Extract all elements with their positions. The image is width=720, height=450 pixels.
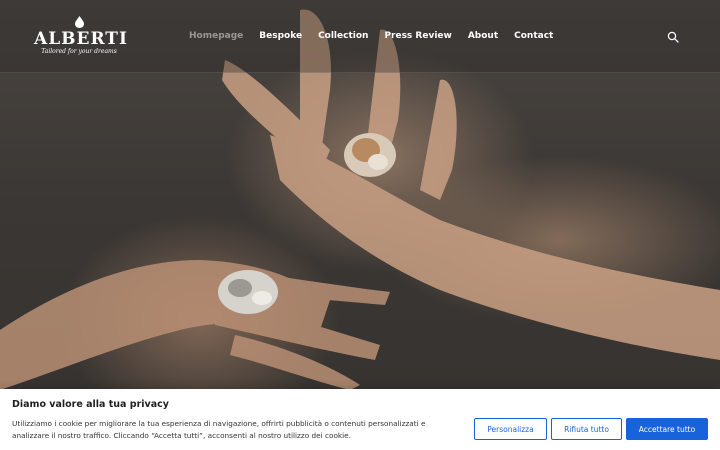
nav-item-collection[interactable]: Collection: [318, 31, 368, 41]
reject-all-button[interactable]: Rifiuta tutto: [551, 418, 622, 440]
accept-all-button[interactable]: Accettare tutto: [626, 418, 708, 440]
cookie-title: Diamo valore alla tua privacy: [12, 399, 169, 410]
cookie-banner: Diamo valore alla tua privacy Utilizziam…: [0, 389, 720, 450]
brand-tagline: Tailored for your dreams: [41, 48, 117, 55]
cookie-text: Utilizziamo i cookie per migliorare la t…: [12, 419, 426, 440]
nav-item-contact[interactable]: Contact: [514, 31, 553, 41]
nav-item-about[interactable]: About: [468, 31, 498, 41]
nav-item-homepage[interactable]: Homepage: [189, 31, 243, 41]
nav-item-bespoke[interactable]: Bespoke: [259, 31, 302, 41]
customize-button[interactable]: Personalizza: [474, 418, 547, 440]
drop-icon: [74, 16, 84, 28]
diamond-ring: [218, 270, 278, 314]
search-icon[interactable]: [667, 31, 679, 43]
brand-logo[interactable]: ALBERTI Tailored for your dreams: [34, 16, 128, 58]
nav-item-press-review[interactable]: Press Review: [384, 31, 451, 41]
rose-gold-ring: [344, 133, 396, 177]
site-header: ALBERTI Tailored for your dreams Homepag…: [0, 0, 720, 73]
brand-name: ALBERTI: [34, 29, 128, 49]
main-nav: Homepage Bespoke Collection Press Review…: [189, 31, 569, 41]
